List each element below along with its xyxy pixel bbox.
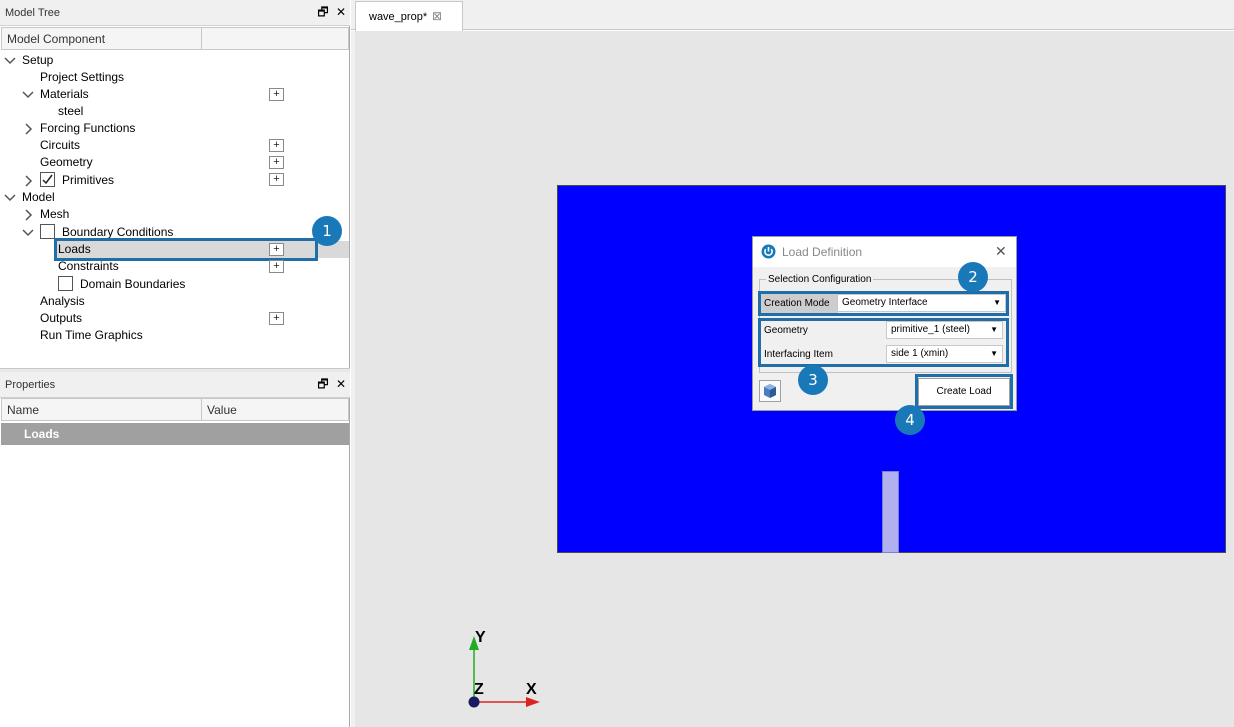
domain-boundaries-checkbox[interactable] (58, 276, 73, 291)
properties-titlebar: Properties 🗗 ✕ (0, 372, 350, 398)
viewport-border (351, 31, 355, 727)
properties-group-row[interactable]: Loads (1, 423, 349, 445)
chevron-down-icon[interactable] (4, 192, 16, 204)
chevron-right-icon[interactable] (22, 123, 34, 135)
tree-item-geometry[interactable]: Geometry (40, 154, 93, 171)
properties-title: Properties (5, 379, 56, 391)
tree-item-domain-boundaries[interactable]: Domain Boundaries (80, 276, 185, 293)
chevron-right-icon[interactable] (22, 175, 34, 187)
left-panel: Model Tree 🗗 ✕ Model Component Setup Pro… (0, 0, 350, 727)
dialog-title: Load Definition (782, 245, 863, 259)
tree-item-forcing-functions[interactable]: Forcing Functions (40, 120, 135, 137)
float-icon[interactable]: 🗗 (316, 5, 330, 19)
close-icon[interactable]: ✕ (334, 377, 348, 391)
chevron-right-icon[interactable] (22, 209, 34, 221)
callout-highlight-3 (758, 318, 1009, 367)
primitives-checkbox[interactable] (40, 172, 55, 187)
column-name[interactable]: Name (7, 403, 39, 417)
cube-view-button[interactable] (759, 380, 781, 402)
properties-header: Name Value (1, 398, 349, 421)
add-primitive-button[interactable]: + (269, 173, 284, 186)
axis-x-label: X (526, 681, 537, 698)
tree-item-model[interactable]: Model (22, 189, 55, 206)
chevron-down-icon[interactable] (22, 227, 34, 239)
callout-highlight-4 (915, 374, 1013, 409)
tree-item-constraints[interactable]: Constraints (58, 258, 119, 275)
properties-group-label: Loads (24, 427, 60, 441)
dialog-close-icon[interactable]: ✕ (995, 243, 1007, 260)
axis-z-label: Z (474, 681, 484, 698)
column-value[interactable]: Value (207, 403, 237, 417)
tree-item-outputs[interactable]: Outputs (40, 310, 82, 327)
tree-item-mesh[interactable]: Mesh (40, 206, 69, 223)
primitive-bar[interactable] (882, 471, 899, 553)
document-tabbar: wave_prop* ⊠ (351, 0, 1234, 31)
tree-item-materials[interactable]: Materials (40, 86, 89, 103)
chevron-down-icon[interactable] (22, 89, 34, 101)
add-material-button[interactable]: + (269, 88, 284, 101)
add-output-button[interactable]: + (269, 312, 284, 325)
callout-highlight-2 (758, 291, 1009, 316)
power-icon (761, 244, 776, 259)
model-tree-titlebar: Model Tree 🗗 ✕ (0, 0, 350, 26)
axis-y-label: Y (475, 629, 486, 646)
cube-icon (764, 384, 776, 398)
tab-wave-prop[interactable]: wave_prop* ⊠ (355, 1, 463, 31)
close-icon[interactable]: ✕ (334, 5, 348, 19)
add-constraint-button[interactable]: + (269, 260, 284, 273)
group-label: Selection Configuration (766, 274, 874, 285)
callout-4: 4 (895, 405, 925, 435)
tree-item-setup[interactable]: Setup (22, 52, 53, 69)
boundary-conditions-checkbox[interactable] (40, 224, 55, 239)
check-icon (42, 174, 53, 185)
column-model-component[interactable]: Model Component (7, 32, 105, 46)
tree-item-primitives[interactable]: Primitives (62, 172, 114, 189)
add-circuit-button[interactable]: + (269, 139, 284, 152)
chevron-down-icon[interactable] (4, 55, 16, 67)
tree-item-analysis[interactable]: Analysis (40, 293, 85, 310)
tree-item-circuits[interactable]: Circuits (40, 137, 80, 154)
callout-2: 2 (958, 262, 988, 292)
model-tree-header: Model Component (1, 27, 349, 50)
close-tab-icon[interactable]: ⊠ (432, 9, 442, 23)
axis-triad (468, 636, 540, 708)
tab-label: wave_prop* (369, 11, 428, 23)
tree-item-steel[interactable]: steel (58, 103, 83, 120)
add-geometry-button[interactable]: + (269, 156, 284, 169)
tree-item-project-settings[interactable]: Project Settings (40, 69, 124, 86)
callout-1: 1 (312, 216, 342, 246)
tree-item-run-time-graphics[interactable]: Run Time Graphics (40, 327, 143, 344)
callout-3: 3 (798, 365, 828, 395)
model-tree-title: Model Tree (5, 7, 61, 19)
float-icon[interactable]: 🗗 (316, 377, 330, 391)
